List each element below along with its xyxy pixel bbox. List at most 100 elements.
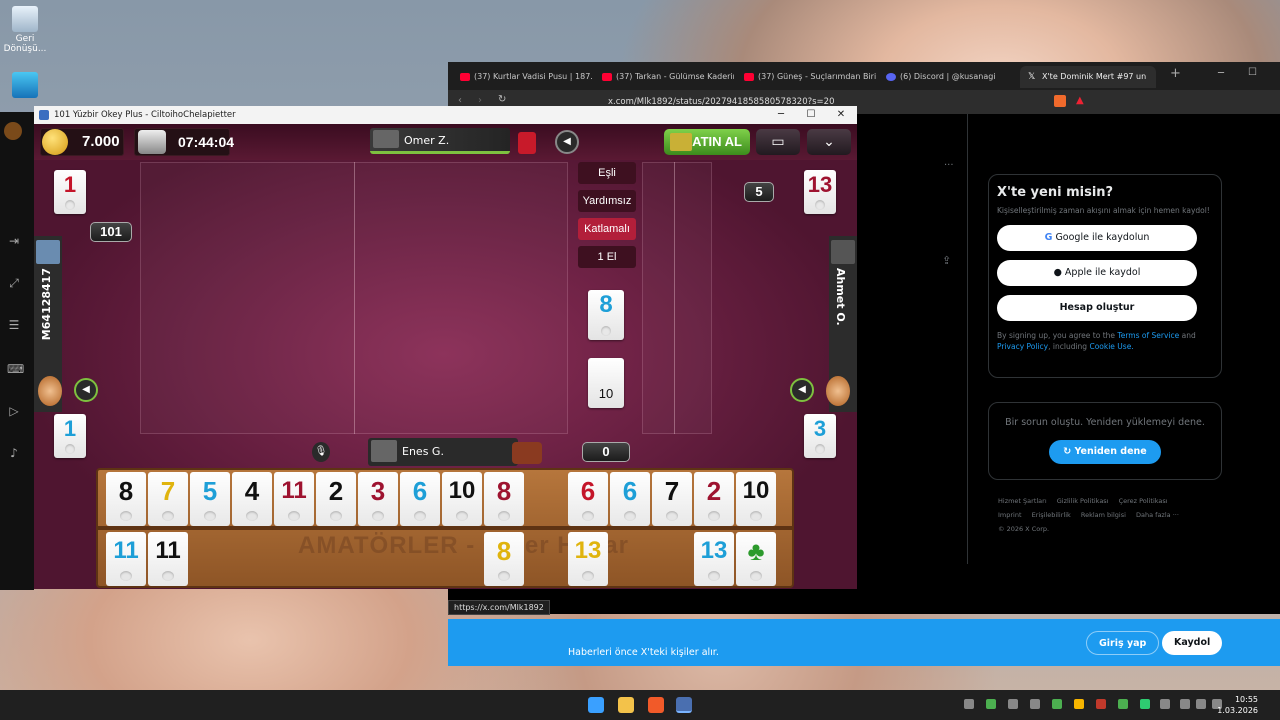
rack-tile[interactable]: 8 (106, 472, 146, 526)
microphone-tray-icon[interactable] (1160, 699, 1170, 709)
brave-rewards-icon[interactable]: ▲ (1076, 95, 1084, 106)
rack-tile[interactable]: 4 (232, 472, 272, 526)
file-explorer-icon[interactable] (618, 697, 634, 713)
rack-tile[interactable]: 8 (484, 532, 524, 586)
rack-tile[interactable]: 6 (400, 472, 440, 526)
tray-icon[interactable] (1096, 699, 1106, 709)
rack-tile[interactable]: 2 (316, 472, 356, 526)
rack-tile[interactable]: 13 (694, 532, 734, 586)
game-close-button[interactable]: ✕ (826, 106, 856, 124)
tab-x-active[interactable]: 𝕏 X'te Dominik Mert #97 un (1020, 66, 1156, 88)
more-icon[interactable]: ··· (944, 160, 954, 171)
tray-icon[interactable] (1052, 699, 1062, 709)
avatar-icon[interactable] (4, 122, 22, 140)
brave-browser-icon[interactable] (648, 697, 664, 713)
rack-tile[interactable]: 7 (148, 472, 188, 526)
game-maximize-button[interactable]: ☐ (796, 106, 826, 124)
expand-icon[interactable]: ⤢ (7, 276, 21, 290)
tray-icon[interactable] (1030, 699, 1040, 709)
tab-discord[interactable]: (6) Discord | @kusanagi (878, 66, 1018, 88)
rack-tile[interactable]: ♣ (736, 532, 776, 586)
rack-tile[interactable]: 3 (358, 472, 398, 526)
deck-pile[interactable]: 10 (588, 358, 624, 408)
footer-link[interactable]: Reklam bilgisi (1081, 511, 1126, 519)
login-button[interactable]: Giriş yap (1086, 631, 1160, 655)
tray-icon[interactable] (1074, 699, 1084, 709)
discard-tile-top-left[interactable]: 1 (54, 170, 86, 214)
register-button[interactable]: Kaydol (1162, 631, 1223, 655)
maximize-button[interactable]: ☐ (1248, 67, 1257, 78)
monitor-shortcut[interactable] (3, 72, 47, 100)
left-speaker-icon[interactable]: ◀ (74, 378, 98, 402)
tile-value: 10 (448, 477, 476, 504)
sound-toggle-icon[interactable]: ◀ (555, 130, 579, 154)
volume-icon[interactable]: ♪ (7, 446, 21, 460)
footer-link[interactable]: Imprint (998, 511, 1022, 519)
tray-icon[interactable] (1118, 699, 1128, 709)
rack-tile[interactable]: 11 (106, 532, 146, 586)
rack-tile[interactable]: 10 (442, 472, 482, 526)
google-signup-button[interactable]: G Google ile kaydolun (997, 225, 1197, 251)
retry-button[interactable]: ↻ Yeniden dene (1049, 440, 1161, 464)
bottom-player-panel[interactable]: Enes G. (368, 438, 518, 466)
create-account-button[interactable]: Hesap oluştur (997, 295, 1197, 321)
tab-gunes[interactable]: (37) Güneş - Suçlarımdan Biri (736, 66, 876, 88)
forward-icon[interactable]: › (478, 95, 482, 106)
left-player-avatar[interactable] (36, 240, 60, 264)
new-tab-button[interactable]: + (1170, 66, 1181, 81)
footer-link[interactable]: Erişilebilirlik (1032, 511, 1071, 519)
footer-link[interactable]: Çerez Politikası (1119, 497, 1168, 505)
side-board[interactable] (642, 162, 712, 434)
volume-tray-icon[interactable] (1196, 699, 1206, 709)
chest-icon[interactable] (138, 130, 166, 154)
rack-tile[interactable]: 10 (736, 472, 776, 526)
minimize-button[interactable]: ─ (1218, 68, 1224, 79)
reload-icon[interactable]: ↻ (498, 94, 506, 105)
chat-button[interactable]: ▭ (756, 129, 800, 155)
microphone-icon[interactable]: 🎙 (312, 442, 330, 462)
keyboard-icon[interactable]: ⌨ (7, 362, 24, 376)
brave-shield-icon[interactable] (1054, 95, 1066, 107)
rack-tile[interactable]: 5 (190, 472, 230, 526)
discard-tile-top-right[interactable]: 13 (804, 170, 836, 214)
rack-tile[interactable]: 13 (568, 532, 608, 586)
cookie-link[interactable]: Cookie Use. (1089, 342, 1133, 351)
rack-tile[interactable]: 8 (484, 472, 524, 526)
rack-tile[interactable]: 6 (568, 472, 608, 526)
taskbar-clock[interactable]: 10:55 1.03.2026 (1217, 694, 1258, 716)
tile-rack[interactable]: AMATÖRLER - Omer Hasar 8 7 5 4 11 2 3 6 10 8 6 6 7 2 1… (96, 468, 794, 588)
right-speaker-icon[interactable]: ◀ (790, 378, 814, 402)
start-icon[interactable] (588, 697, 604, 713)
rack-tile[interactable]: 2 (694, 472, 734, 526)
tray-icon[interactable] (1140, 699, 1150, 709)
tray-icon[interactable] (986, 699, 996, 709)
right-player-avatar[interactable] (831, 240, 855, 264)
top-player-panel[interactable]: Omer Z. (370, 128, 510, 154)
discard-tile-bottom-left[interactable]: 1 (54, 414, 86, 458)
okey-game-taskbar-icon[interactable] (676, 697, 692, 713)
footer-link[interactable]: Daha fazla ··· (1136, 511, 1179, 519)
login-icon[interactable]: ⇥ (7, 234, 21, 248)
footer-link[interactable]: Gizlilik Politikası (1057, 497, 1109, 505)
game-minimize-button[interactable]: ─ (766, 106, 796, 124)
rack-tile[interactable]: 11 (148, 532, 188, 586)
back-icon[interactable]: ‹ (458, 95, 462, 106)
tray-icon[interactable] (1008, 699, 1018, 709)
footer-link[interactable]: Hizmet Şartları (998, 497, 1047, 505)
tab-kurtlar-vadisi[interactable]: (37) Kurtlar Vadisi Pusu | 187. B (452, 66, 592, 88)
privacy-link[interactable]: Privacy Policy (997, 342, 1048, 351)
discard-tile-bottom-right[interactable]: 3 (804, 414, 836, 458)
terms-link[interactable]: Terms of Service (1117, 331, 1179, 340)
tray-icon[interactable] (964, 699, 974, 709)
share-icon[interactable]: ⇪ (942, 254, 951, 267)
sliders-icon[interactable]: ☰ (7, 318, 21, 332)
rack-tile[interactable]: 6 (610, 472, 650, 526)
network-icon[interactable] (1180, 699, 1190, 709)
menu-dropdown-button[interactable]: ⌄ (807, 129, 851, 155)
rack-tile[interactable]: 7 (652, 472, 692, 526)
tag-icon[interactable]: ▷ (7, 404, 21, 418)
tab-tarkan[interactable]: (37) Tarkan - Gülümse Kaderine (594, 66, 734, 88)
rack-tile[interactable]: 11 (274, 472, 314, 526)
recycle-bin-shortcut[interactable]: Geri Dönüşü... (3, 6, 47, 54)
apple-signup-button[interactable]: ● Apple ile kaydol (997, 260, 1197, 286)
